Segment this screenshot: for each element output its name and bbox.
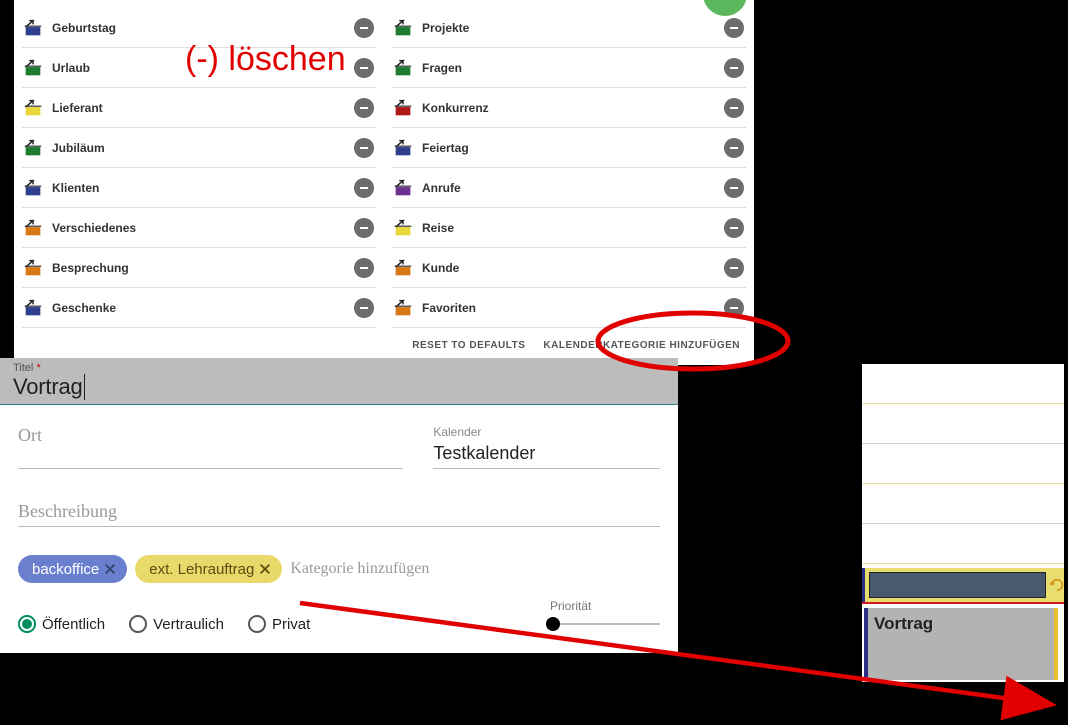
remove-category-button[interactable]	[354, 258, 374, 278]
category-color-icon[interactable]	[392, 137, 414, 159]
category-label: Urlaub	[52, 61, 354, 75]
category-color-icon[interactable]	[22, 57, 44, 79]
event-form: Titel * Vortrag Ort Kalender Testkalende…	[0, 358, 678, 653]
category-color-icon[interactable]	[392, 177, 414, 199]
category-row: Konkurrenz	[392, 88, 746, 128]
category-label: Lieferant	[52, 101, 354, 115]
remove-category-button[interactable]	[724, 58, 744, 78]
calendar-label: Kalender	[433, 425, 660, 439]
time-slot[interactable]	[862, 364, 1064, 404]
category-row: Geburtstag	[22, 8, 376, 48]
category-label: Anrufe	[422, 181, 724, 195]
tag-remove-icon[interactable]	[256, 560, 274, 578]
category-row: Besprechung	[22, 248, 376, 288]
calendar-strip: Vortrag	[862, 364, 1064, 682]
remove-category-button[interactable]	[724, 178, 744, 198]
tag-lehrauftrag: ext. Lehrauftrag	[135, 555, 282, 583]
category-label: Geburtstag	[52, 21, 354, 35]
remove-category-button[interactable]	[354, 138, 374, 158]
category-row: Jubiläum	[22, 128, 376, 168]
category-color-icon[interactable]	[22, 17, 44, 39]
description-input[interactable]: Beschreibung	[18, 501, 660, 522]
category-label: Besprechung	[52, 261, 354, 275]
visibility-public-radio[interactable]: Öffentlich	[18, 615, 105, 633]
add-category-button[interactable]: KALENDERKATEGORIE HINZUFÜGEN	[543, 340, 740, 351]
remove-category-button[interactable]	[354, 298, 374, 318]
priority-slider[interactable]	[550, 623, 660, 625]
category-color-icon[interactable]	[22, 177, 44, 199]
calendar-event-chip[interactable]	[862, 568, 1064, 602]
required-star-icon: *	[36, 362, 40, 374]
reset-defaults-button[interactable]: RESET TO DEFAULTS	[412, 340, 525, 351]
remove-category-button[interactable]	[724, 218, 744, 238]
category-row: Geschenke	[22, 288, 376, 328]
category-color-icon[interactable]	[22, 257, 44, 279]
category-color-icon[interactable]	[392, 57, 414, 79]
remove-category-button[interactable]	[724, 18, 744, 38]
title-input[interactable]: Vortrag	[13, 374, 85, 400]
category-row: Favoriten	[392, 288, 746, 328]
category-label: Feiertag	[422, 141, 724, 155]
location-input[interactable]: Ort	[18, 425, 403, 446]
time-slot[interactable]	[862, 444, 1064, 484]
category-row: Urlaub	[22, 48, 376, 88]
remove-category-button[interactable]	[354, 98, 374, 118]
category-row: Anrufe	[392, 168, 746, 208]
visibility-confidential-radio[interactable]: Vertraulich	[129, 615, 224, 633]
category-color-icon[interactable]	[22, 97, 44, 119]
priority-label: Priorität	[550, 599, 591, 613]
calendar-select[interactable]: Testkalender	[433, 443, 660, 464]
category-color-icon[interactable]	[392, 217, 414, 239]
category-label: Konkurrenz	[422, 101, 724, 115]
slider-thumb-icon[interactable]	[546, 617, 560, 631]
tag-remove-icon[interactable]	[101, 560, 119, 578]
category-label: Kunde	[422, 261, 724, 275]
remove-category-button[interactable]	[354, 18, 374, 38]
category-color-icon[interactable]	[22, 217, 44, 239]
recurring-icon	[1050, 578, 1064, 592]
category-row: Verschiedenes	[22, 208, 376, 248]
category-color-icon[interactable]	[392, 17, 414, 39]
visibility-private-radio[interactable]: Privat	[248, 615, 310, 633]
category-label: Projekte	[422, 21, 724, 35]
calendar-event-vortrag[interactable]: Vortrag	[864, 608, 1058, 680]
category-row: Reise	[392, 208, 746, 248]
category-panel: Geburtstag Urlaub Lieferant Jubiläum	[14, 0, 754, 365]
category-row: Klienten	[22, 168, 376, 208]
time-slot[interactable]	[862, 524, 1064, 564]
remove-category-button[interactable]	[724, 258, 744, 278]
category-color-icon[interactable]	[22, 137, 44, 159]
category-label: Verschiedenes	[52, 221, 354, 235]
category-color-icon[interactable]	[392, 297, 414, 319]
category-label: Fragen	[422, 61, 724, 75]
remove-category-button[interactable]	[354, 178, 374, 198]
category-label: Reise	[422, 221, 724, 235]
title-label: Titel	[13, 362, 33, 374]
category-color-icon[interactable]	[22, 297, 44, 319]
category-row: Fragen	[392, 48, 746, 88]
category-row: Kunde	[392, 248, 746, 288]
category-row: Projekte	[392, 8, 746, 48]
remove-category-button[interactable]	[724, 138, 744, 158]
category-color-icon[interactable]	[392, 257, 414, 279]
add-tag-input[interactable]: Kategorie hinzufügen	[290, 560, 429, 578]
category-label: Favoriten	[422, 301, 724, 315]
remove-category-button[interactable]	[724, 298, 744, 318]
category-label: Klienten	[52, 181, 354, 195]
category-color-icon[interactable]	[392, 97, 414, 119]
remove-category-button[interactable]	[354, 218, 374, 238]
remove-category-button[interactable]	[724, 98, 744, 118]
remove-category-button[interactable]	[354, 58, 374, 78]
category-label: Geschenke	[52, 301, 354, 315]
category-label: Jubiläum	[52, 141, 354, 155]
category-row: Lieferant	[22, 88, 376, 128]
tag-backoffice: backoffice	[18, 555, 127, 583]
time-slot[interactable]	[862, 404, 1064, 444]
category-row: Feiertag	[392, 128, 746, 168]
time-slot[interactable]	[862, 484, 1064, 524]
